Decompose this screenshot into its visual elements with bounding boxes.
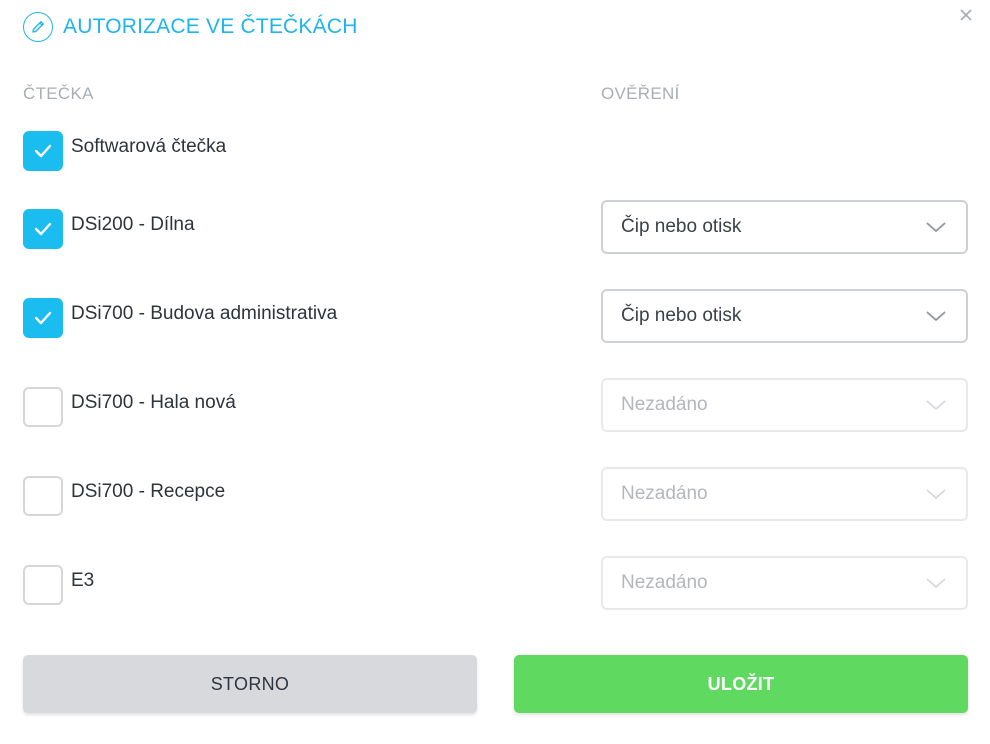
reader-checkbox[interactable] (23, 476, 63, 516)
reader-row: DSi700 - Budova administrativa Čip nebo … (0, 289, 990, 349)
reader-checkbox[interactable] (23, 209, 63, 249)
checkmark-icon (34, 311, 52, 325)
verification-select[interactable]: Nezadáno (601, 556, 968, 610)
reader-label: DSi200 - Dílna (71, 214, 195, 235)
reader-label: Softwarová čtečka (71, 136, 227, 157)
chevron-down-icon (926, 578, 946, 589)
pencil-icon (23, 12, 53, 42)
chevron-down-icon (926, 400, 946, 411)
checkmark-icon (34, 222, 52, 236)
reader-row: DSi700 - Recepce Nezadáno (0, 467, 990, 527)
verification-value: Nezadáno (621, 483, 708, 504)
reader-label: E3 (71, 570, 95, 591)
reader-row: DSi200 - Dílna Čip nebo otisk (0, 200, 990, 260)
verification-value: Nezadáno (621, 572, 708, 593)
reader-checkbox[interactable] (23, 565, 63, 605)
verification-select[interactable]: Nezadáno (601, 467, 968, 521)
close-icon[interactable] (956, 5, 976, 25)
verification-select[interactable]: Čip nebo otisk (601, 289, 968, 343)
cancel-button[interactable]: STORNO (23, 655, 477, 713)
reader-row: DSi700 - Hala nová Nezadáno (0, 378, 990, 438)
reader-checkbox[interactable] (23, 131, 63, 171)
verification-select[interactable]: Čip nebo otisk (601, 200, 968, 254)
reader-label: DSi700 - Hala nová (71, 392, 236, 413)
dialog-title: AUTORIZACE VE ČTEČKÁCH (63, 15, 358, 38)
reader-row: E3 Nezadáno (0, 556, 990, 616)
chevron-down-icon (926, 489, 946, 500)
verification-value: Nezadáno (621, 394, 708, 415)
chevron-down-icon (926, 311, 946, 322)
reader-row: Softwarová čtečka (0, 122, 990, 182)
reader-label: DSi700 - Recepce (71, 481, 226, 502)
verification-value: Čip nebo otisk (621, 216, 742, 237)
checkmark-icon (34, 144, 52, 158)
column-header-verification: OVĚŘENÍ (601, 84, 680, 103)
reader-checkbox[interactable] (23, 387, 63, 427)
reader-checkbox[interactable] (23, 298, 63, 338)
verification-value: Čip nebo otisk (621, 305, 742, 326)
dialog-header: AUTORIZACE VE ČTEČKÁCH (23, 12, 358, 42)
save-button[interactable]: ULOŽIT (514, 655, 968, 713)
column-header-reader: ČTEČKA (23, 84, 94, 103)
verification-select[interactable]: Nezadáno (601, 378, 968, 432)
chevron-down-icon (926, 222, 946, 233)
reader-label: DSi700 - Budova administrativa (71, 303, 338, 324)
